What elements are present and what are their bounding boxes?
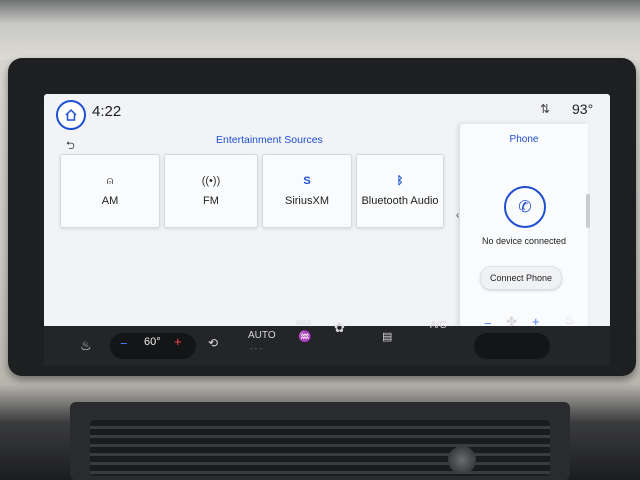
radio-wave-icon: ((•)) (201, 175, 221, 187)
chevron-left-icon[interactable]: ‹ (456, 210, 459, 221)
temp-up-button[interactable]: + (174, 334, 182, 349)
seat-heat-right-icon[interactable]: ♨ (564, 312, 576, 328)
source-label: SiriusXM (284, 195, 329, 207)
fan-speed-control (474, 333, 550, 359)
home-button[interactable] (56, 100, 86, 130)
fan-icon: ✤ (506, 314, 517, 329)
source-label: Bluetooth Audio (361, 195, 439, 207)
auto-button[interactable]: AUTO (248, 330, 276, 341)
source-tile-bluetooth[interactable]: ᛒ Bluetooth Audio (356, 154, 444, 228)
antenna-icon: ⍝ (106, 175, 114, 187)
source-tile-fm[interactable]: ((•)) FM (164, 154, 258, 228)
seat-heat-left-icon[interactable]: ♨ (80, 338, 92, 354)
rear-defrost-icon[interactable]: ▤ (382, 330, 392, 343)
home-icon (65, 108, 77, 121)
fan-down-button[interactable]: − (484, 316, 492, 331)
source-label: AM (101, 195, 119, 207)
fan-up-button[interactable]: + (532, 314, 540, 329)
dashboard-top (0, 0, 640, 60)
clock: 4:22 (92, 103, 122, 120)
source-label: FM (203, 195, 219, 207)
temp-down-button[interactable]: − (120, 336, 128, 351)
max-defrost-icon[interactable]: ♒ (298, 330, 312, 343)
auto-indicator: --- (250, 344, 264, 353)
outside-temperature: 93° (572, 101, 594, 117)
fan-seat-icon[interactable]: ✿ (334, 320, 345, 336)
phone-title: Phone (509, 134, 539, 145)
entertainment-title: Entertainment Sources (216, 134, 323, 146)
siriusxm-icon: S (303, 175, 311, 187)
climate-bar: ♨ − 60° + ⟲ AUTO --- MAX ♒ ✿ ▤ A/C − ✤ +… (44, 312, 610, 366)
source-tile-am[interactable]: ⍝ AM (60, 154, 160, 228)
source-tile-siriusxm[interactable]: S SiriusXM (262, 154, 352, 228)
recirculation-icon[interactable]: ⟲ (208, 336, 218, 350)
bluetooth-icon: ᛒ (396, 175, 404, 187)
data-signal-icon: ⇅ (540, 102, 551, 116)
infotainment-screen: 4:22 ⇅ 93° ⮌ Entertainment Sources ⍝ AM … (44, 94, 610, 328)
phone-icon[interactable]: ✆ (504, 186, 546, 228)
ac-button[interactable]: A/C (430, 320, 447, 331)
air-vent (90, 420, 550, 476)
max-defrost-label: MAX (296, 320, 312, 327)
phone-status: No device connected (481, 236, 567, 246)
connect-phone-button[interactable]: Connect Phone (480, 266, 562, 290)
vent-knob[interactable] (448, 446, 476, 474)
driver-temp-value: 60° (144, 336, 161, 348)
scrollbar[interactable] (586, 194, 590, 228)
phone-panel: Phone ✆ No device connected Connect Phon… (460, 124, 588, 328)
